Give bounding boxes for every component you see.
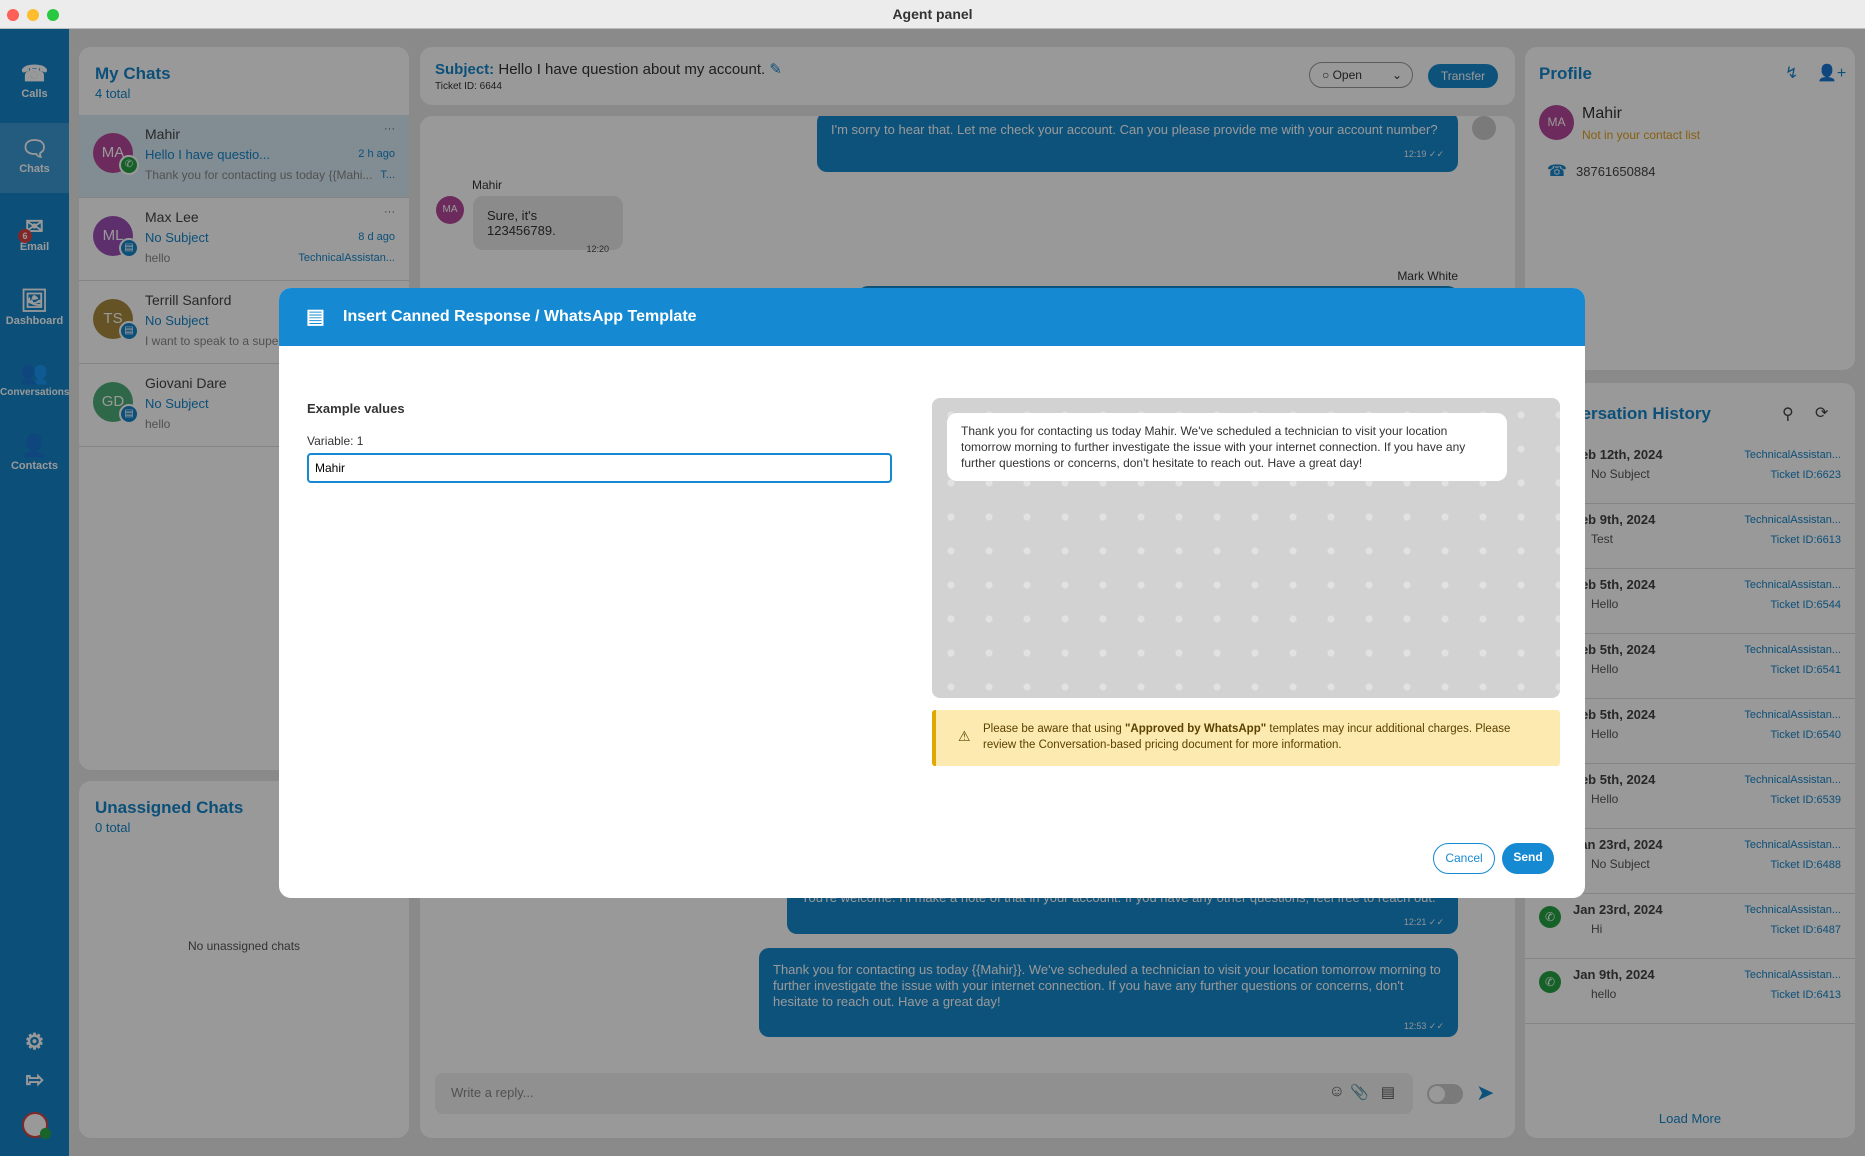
variable-label: Variable: 1 — [307, 434, 364, 448]
dialog-title: Insert Canned Response / WhatsApp Templa… — [343, 308, 697, 325]
warning-text: Please be aware that using — [983, 723, 1125, 735]
variable-1-input[interactable] — [307, 453, 892, 483]
window-title: Agent panel — [892, 6, 973, 22]
template-icon: ▤ — [306, 306, 325, 328]
canned-response-dialog: ▤ Insert Canned Response / WhatsApp Temp… — [279, 288, 1585, 898]
close-window-button[interactable] — [7, 9, 19, 21]
dialog-header: ▤ Insert Canned Response / WhatsApp Temp… — [279, 288, 1585, 346]
maximize-window-button[interactable] — [47, 9, 59, 21]
cancel-button[interactable]: Cancel — [1433, 843, 1495, 874]
warning-icon: ⚠ — [958, 728, 971, 744]
preview-message: Thank you for contacting us today Mahir.… — [947, 413, 1507, 481]
minimize-window-button[interactable] — [27, 9, 39, 21]
template-preview: Thank you for contacting us today Mahir.… — [932, 398, 1560, 698]
window-titlebar: Agent panel — [0, 0, 1865, 29]
warning-alert: ⚠ Please be aware that using "Approved b… — [932, 710, 1560, 766]
section-title: Example values — [307, 401, 405, 416]
warning-text-bold: "Approved by WhatsApp" — [1124, 723, 1267, 735]
send-button[interactable]: Send — [1502, 843, 1554, 874]
